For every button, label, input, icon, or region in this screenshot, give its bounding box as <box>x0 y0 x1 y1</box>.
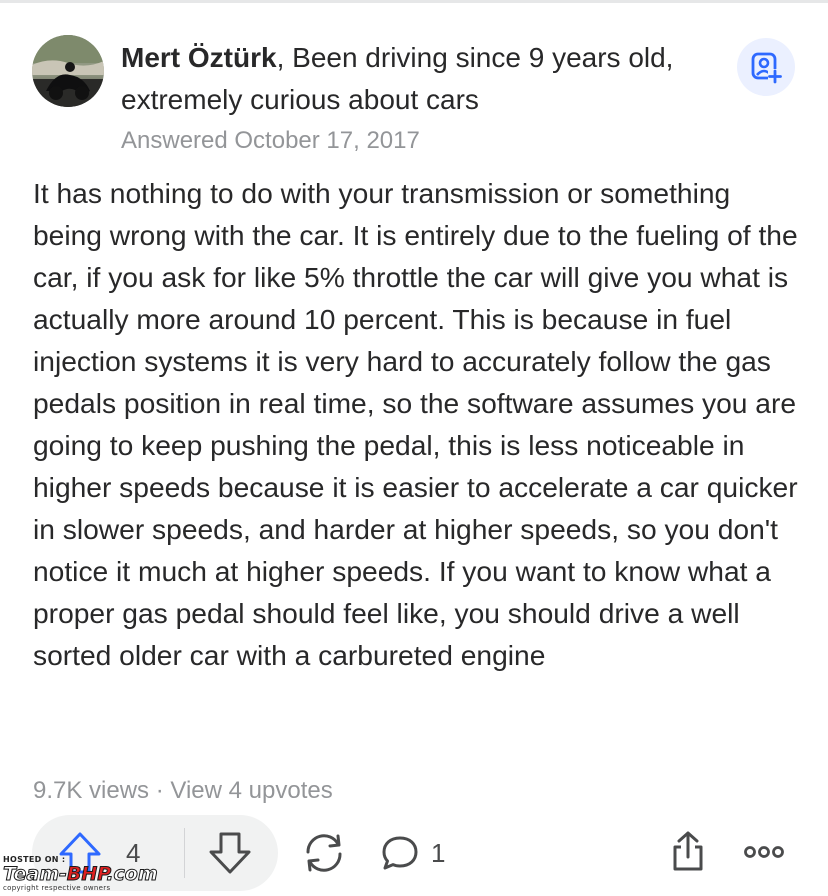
watermark-copyright: copyright respective owners <box>3 884 111 892</box>
watermark-site: Team-BHP.com <box>3 863 193 885</box>
top-divider <box>0 0 828 3</box>
views-count: 9.7K views <box>33 777 150 804</box>
repost-icon[interactable] <box>302 830 346 876</box>
more-dots-icon[interactable] <box>743 840 785 864</box>
comment-bubble-icon[interactable] <box>380 833 420 873</box>
share-icon[interactable] <box>671 830 705 872</box>
watermark-suffix: .com <box>106 863 158 885</box>
downvote-arrow-icon[interactable] <box>208 830 252 876</box>
watermark: HOSTED ON : Team-BHP.com copyright respe… <box>3 855 193 895</box>
answer-body: It has nothing to do with your transmiss… <box>33 177 798 671</box>
watermark-accent: BHP <box>66 863 107 885</box>
answer-stats: 9.7K views · View 4 upvotes <box>33 775 333 807</box>
add-person-icon <box>751 52 782 84</box>
follow-button[interactable] <box>737 38 795 96</box>
stats-separator: · <box>149 777 171 804</box>
watermark-prefix: Team- <box>3 863 68 885</box>
view-upvotes-link[interactable]: View 4 upvotes <box>170 777 332 804</box>
author-credential: Mert Öztürk, Been driving since 9 years … <box>121 37 711 121</box>
comment-count: 1 <box>431 838 446 868</box>
author-name[interactable]: Mert Öztürk <box>121 42 277 73</box>
avatar[interactable] <box>32 35 104 107</box>
answered-date: Answered October 17, 2017 <box>121 127 420 154</box>
